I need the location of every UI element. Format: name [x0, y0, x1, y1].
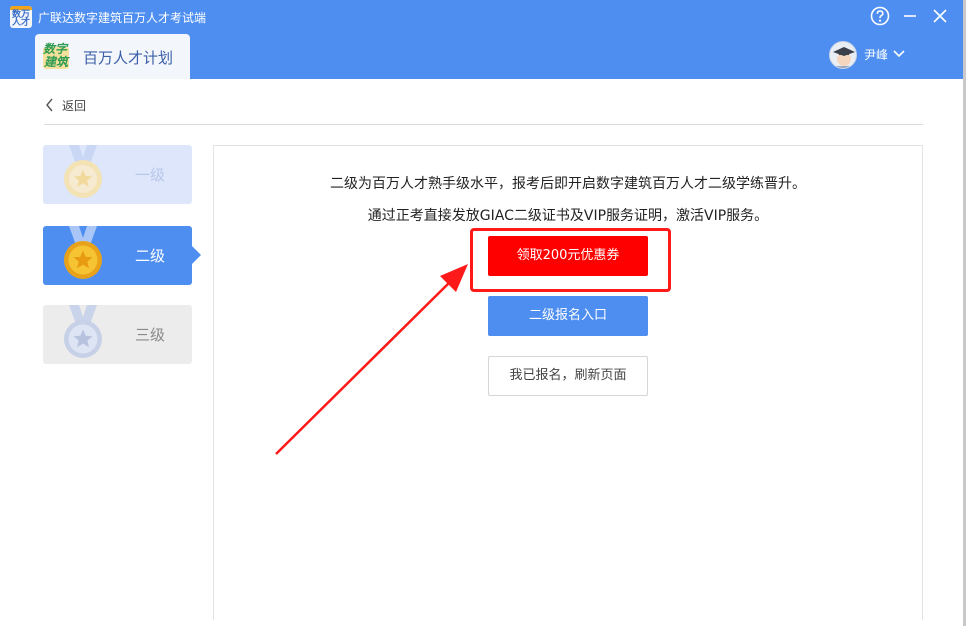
help-button[interactable]: [869, 5, 891, 27]
app-title: 广联达数字建筑百万人才考试端: [38, 11, 207, 25]
level-item-3[interactable]: 三级: [43, 305, 192, 364]
annotation-arrow: [275, 264, 468, 455]
close-icon: [933, 9, 947, 23]
avatar[interactable]: [829, 41, 857, 69]
chevron-down-icon: [893, 50, 905, 58]
level-label: 二级: [135, 247, 166, 265]
help-icon: [870, 6, 890, 26]
close-button[interactable]: [929, 5, 951, 27]
digital-building-logo: 数字 建筑: [43, 42, 69, 69]
user-menu-toggle[interactable]: [892, 46, 906, 60]
level-label: 三级: [135, 326, 166, 344]
level-label: 一级: [135, 166, 166, 184]
refresh-page-button[interactable]: 我已报名，刷新页面: [488, 356, 648, 396]
register-button[interactable]: 二级报名入口: [488, 296, 648, 336]
title-bar: 数万 人才 广联达数字建筑百万人才考试端 数字 建筑 百万人才计划 尹峰: [0, 0, 966, 79]
back-label: 返回: [62, 99, 87, 113]
tab-label: 百万人才计划: [83, 49, 174, 67]
tab-million-talent-plan[interactable]: 数字 建筑 百万人才计划: [35, 34, 190, 79]
medal-icon: [64, 226, 102, 279]
app-logo-text: 数万 人才: [12, 10, 31, 28]
level-item-1[interactable]: 一级: [43, 145, 192, 204]
back-arrow-icon: [46, 98, 53, 112]
divider: [44, 124, 923, 125]
level-item-2[interactable]: 二级: [43, 226, 201, 285]
selected-pointer: [192, 246, 201, 264]
user-name[interactable]: 尹峰: [864, 46, 888, 63]
minimize-icon: [904, 15, 916, 17]
medal-icon: [64, 305, 102, 358]
app-logo: 数万 人才: [10, 6, 32, 28]
annotation-highlight-box: [470, 228, 671, 292]
minimize-button[interactable]: [899, 5, 921, 27]
medal-icon: [64, 145, 102, 198]
description-line-1: 二级为百万人才熟手级水平，报考后即开启数字建筑百万人才二级学练晋升。: [330, 176, 806, 192]
description-line-2: 通过正考直接发放GIAC二级证书及VIP服务证明，激活VIP服务。: [367, 208, 769, 224]
